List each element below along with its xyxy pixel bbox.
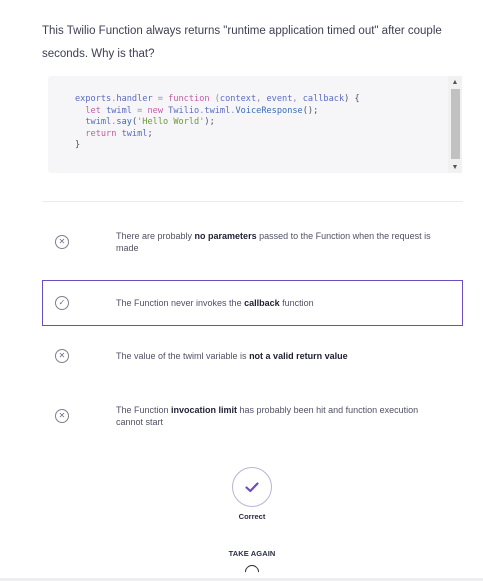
checkmark-icon [245,481,259,492]
result-label: Correct [238,512,266,521]
x-circle-icon: ✕ [55,349,69,363]
divider [42,201,463,202]
scroll-down-arrow-icon[interactable]: ▼ [448,161,462,173]
answer-option-text: There are probably no parameters passed … [116,230,431,254]
question-text: This Twilio Function always returns "run… [42,25,442,60]
code-line: } [75,140,81,150]
code-content: exports.handler = function (context, eve… [75,94,360,152]
code-block[interactable]: exports.handler = function (context, eve… [48,76,462,173]
quiz-page: This Twilio Function always returns "run… [0,0,483,581]
result-badge [232,467,272,507]
answer-option-text: The Function invocation limit has probab… [116,404,419,428]
scroll-up-arrow-icon[interactable]: ▲ [448,76,462,88]
x-circle-icon: ✕ [55,235,69,249]
code-line: let twiml = new Twilio.twiml.VoiceRespon… [85,105,319,116]
code-scrollbar[interactable]: ▲ ▼ [448,76,462,173]
answer-option-4[interactable]: ✕ The Function invocation limit has prob… [42,393,463,439]
answer-option-3[interactable]: ✕ The value of the twiml variable is not… [42,333,463,379]
check-circle-icon: ✓ [55,296,69,310]
answer-option-text: The Function never invokes the callback … [116,297,314,308]
answer-option-1[interactable]: ✕ There are probably no parameters passe… [42,219,463,265]
answer-option-2[interactable]: ✓ The Function never invokes the callbac… [42,280,463,326]
take-again-button[interactable]: TAKE AGAIN [212,549,292,558]
answer-option-text: The value of the twiml variable is not a… [116,350,348,361]
code-line: exports.handler = function (context, eve… [75,94,360,104]
scroll-thumb[interactable] [451,89,460,159]
code-line: twiml.say('Hello World'); [75,117,215,127]
x-circle-icon: ✕ [55,409,69,423]
code-line: return twiml; [85,128,153,139]
